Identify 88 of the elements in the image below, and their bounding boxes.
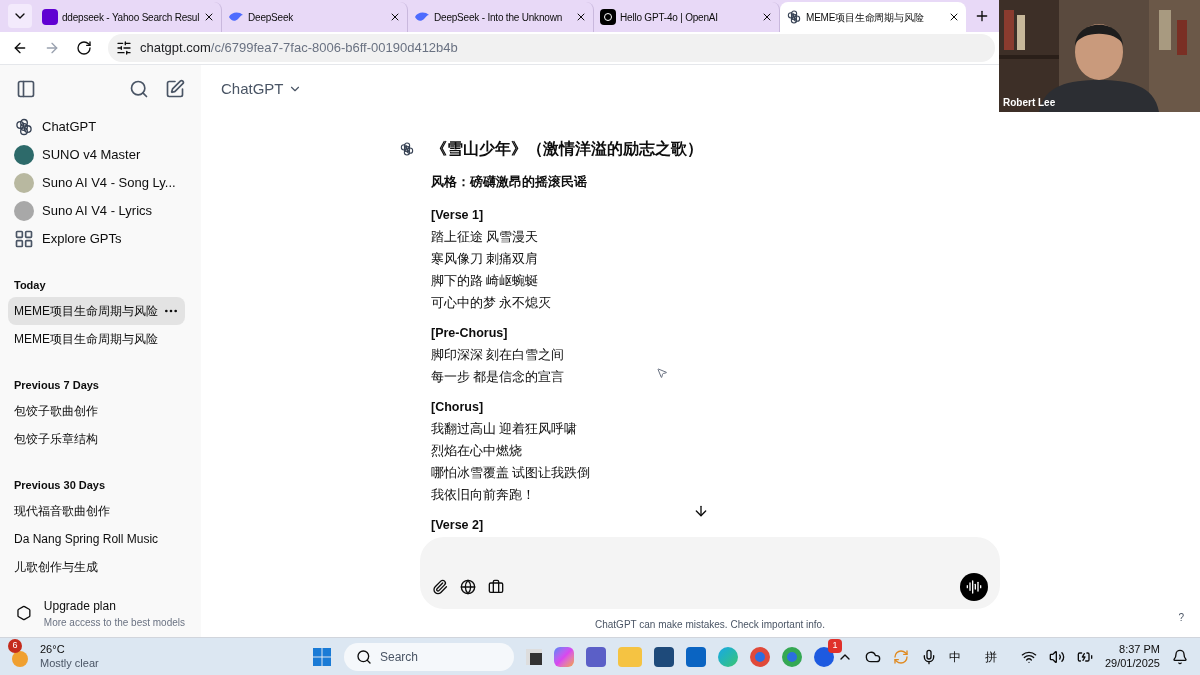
task-view-icon[interactable] xyxy=(526,648,542,665)
avatar-icon xyxy=(14,145,34,165)
lyric-line: 脚印深深 刻在白雪之间 xyxy=(431,346,565,364)
clock-time: 8:37 PM xyxy=(1119,642,1160,657)
gpt-link[interactable]: ChatGPT xyxy=(42,117,97,137)
site-info-icon[interactable] xyxy=(116,40,132,56)
section-heading: [Chorus] xyxy=(431,398,485,416)
notifications-icon[interactable] xyxy=(1172,648,1188,665)
address-bar[interactable]: chatgpt.com/c/6799fea7-7fac-8006-b6ff-00190d412b4b xyxy=(108,34,995,62)
assistant-avatar-icon xyxy=(399,141,415,157)
lyric-line: 我翻过高山 迎着狂风呼啸 xyxy=(431,420,579,438)
weather-condition: Mostly clear xyxy=(40,656,99,671)
sidebar-toggle-icon[interactable] xyxy=(16,79,36,99)
section-heading: [Pre-Chorus] xyxy=(431,324,509,342)
tab-title: DeepSeek xyxy=(248,10,295,25)
search-icon[interactable] xyxy=(129,79,149,99)
gpt-link[interactable]: Suno AI V4 - Song Ly... xyxy=(42,173,176,193)
lyric-line: 脚下的路 崎岖蜿蜒 xyxy=(431,272,540,290)
chat-item[interactable]: 现代福音歌曲创作 xyxy=(8,497,185,525)
close-icon[interactable] xyxy=(389,11,401,23)
back-icon[interactable] xyxy=(12,40,28,56)
voice-button[interactable] xyxy=(960,573,988,601)
help-button[interactable]: ? xyxy=(1178,610,1184,625)
tab-title: ddepseek - Yahoo Search Resul xyxy=(62,10,199,25)
chat-item[interactable]: 包饺子歌曲创作 xyxy=(8,397,185,425)
clock-date: 29/01/2025 xyxy=(1104,656,1160,671)
avatar-icon xyxy=(14,173,34,193)
knot-icon xyxy=(14,117,34,137)
section-heading: [Verse 2] xyxy=(431,516,484,534)
notification-badge: 6 xyxy=(8,638,22,653)
mouse-cursor-icon xyxy=(656,367,668,379)
upgrade-title[interactable]: Upgrade plan xyxy=(43,596,185,615)
style-line: 风格：磅礴激昂的摇滚民谣 xyxy=(431,174,587,191)
arrow-down-icon xyxy=(693,503,709,519)
chat-item[interactable]: 儿歌创作与生成 xyxy=(8,553,185,581)
temperature: 26°C xyxy=(40,642,66,657)
attach-icon[interactable] xyxy=(432,579,448,595)
chat-item[interactable]: MEME项目生命周期与风险 xyxy=(8,297,185,325)
chat-item[interactable]: Da Nang Spring Roll Music xyxy=(8,525,185,553)
close-icon[interactable] xyxy=(948,11,960,23)
model-selector[interactable]: ChatGPT xyxy=(221,77,302,101)
chat-item[interactable]: MEME项目生命周期与风险 xyxy=(8,325,185,353)
chat-item[interactable]: 包饺子乐章结构 xyxy=(8,425,185,453)
gpt-link[interactable]: Explore GPTs xyxy=(42,229,122,249)
group-label: Previous 30 Days xyxy=(13,477,107,493)
lyric-line: 寒风像刀 刺痛双肩 xyxy=(431,250,540,268)
close-icon[interactable] xyxy=(203,11,215,23)
knot-icon xyxy=(600,9,616,25)
browser-tab[interactable]: MEME项目生命周期与风险 xyxy=(780,2,966,32)
volume-icon[interactable] xyxy=(1048,648,1065,665)
waveform-icon xyxy=(966,579,982,595)
url-text: chatgpt.com/c/6799fea7-7fac-8006-b6ff-00190d412b4b xyxy=(140,39,458,58)
lyric-line: 踏上征途 风雪漫天 xyxy=(431,228,540,246)
ime-mode[interactable]: 中 xyxy=(948,647,961,666)
tab-title: MEME项目生命周期与风险 xyxy=(806,10,925,25)
tab-list-button[interactable] xyxy=(8,4,32,28)
reload-icon[interactable] xyxy=(76,40,92,56)
taskbar-search-field[interactable]: Search xyxy=(344,642,514,671)
knot-icon xyxy=(786,9,802,25)
section-heading: [Verse 1] xyxy=(431,206,485,224)
lyric-line: 烈焰在心中燃烧 xyxy=(431,442,523,460)
tab-title: DeepSeek - Into the Unknown xyxy=(434,10,563,25)
lyric-line: 可心中的梦 永不熄灭 xyxy=(431,294,552,312)
group-label: Today xyxy=(13,277,47,293)
gpt-link[interactable]: SUNO v4 Master xyxy=(42,145,141,165)
close-icon[interactable] xyxy=(575,11,587,23)
group-label: Previous 7 Days xyxy=(13,377,100,393)
tab-title: Hello GPT-4o | OpenAI xyxy=(620,10,719,25)
globe-icon[interactable] xyxy=(460,579,476,595)
search-icon xyxy=(356,648,372,665)
participant-name: Robert Lee xyxy=(1003,96,1056,110)
upgrade-subtitle: More access to the best models xyxy=(43,615,185,630)
briefcase-icon[interactable] xyxy=(488,579,504,595)
gpt-link[interactable]: Suno AI V4 - Lyrics xyxy=(42,201,153,221)
windows-start-icon[interactable] xyxy=(312,646,332,667)
song-title: 《雪山少年》（激情洋溢的励志之歌） xyxy=(431,139,703,159)
lyric-line: 我依旧向前奔跑！ xyxy=(431,486,536,504)
disclaimer: ChatGPT can make mistakes. Check important info. xyxy=(595,618,825,632)
upgrade-icon xyxy=(16,605,32,621)
avatar-icon xyxy=(14,201,34,221)
new-tab-icon[interactable] xyxy=(974,8,990,24)
notification-badge: 1 xyxy=(828,638,842,653)
ime-method[interactable]: 拼 xyxy=(984,647,997,666)
grid-icon xyxy=(14,229,34,249)
lyric-line: 每一步 都是信念的宣言 xyxy=(431,368,565,386)
close-icon[interactable] xyxy=(761,11,773,23)
new-chat-icon[interactable] xyxy=(165,79,185,99)
lyric-line: 哪怕冰雪覆盖 试图让我跌倒 xyxy=(431,464,591,482)
